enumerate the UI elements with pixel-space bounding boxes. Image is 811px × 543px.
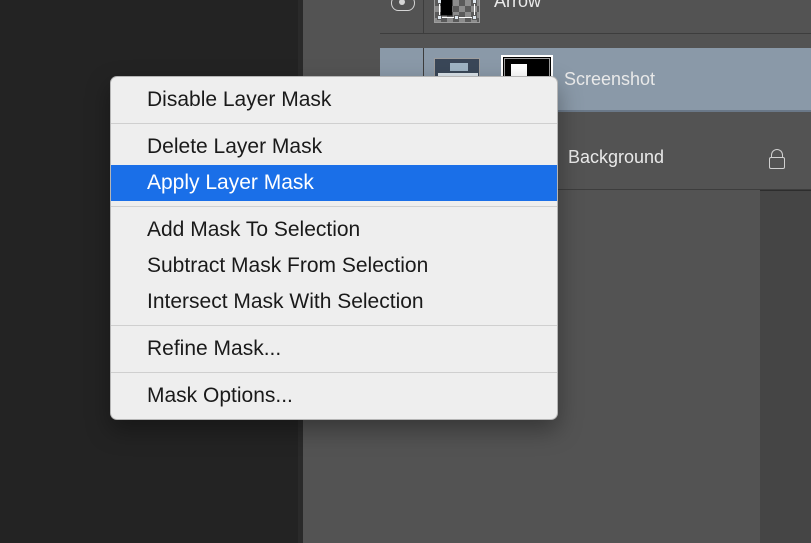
layer-row-arrow[interactable]: Arrow xyxy=(380,0,811,34)
menu-apply-layer-mask[interactable]: Apply Layer Mask xyxy=(111,165,557,201)
menu-refine-mask[interactable]: Refine Mask... xyxy=(111,331,557,367)
menu-subtract-mask-from-selection[interactable]: Subtract Mask From Selection xyxy=(111,248,557,284)
menu-delete-layer-mask[interactable]: Delete Layer Mask xyxy=(111,129,557,165)
layer-thumbnail[interactable] xyxy=(434,0,480,23)
menu-separator xyxy=(111,123,557,124)
menu-disable-layer-mask[interactable]: Disable Layer Mask xyxy=(111,82,557,118)
menu-add-mask-to-selection[interactable]: Add Mask To Selection xyxy=(111,212,557,248)
lock-icon[interactable] xyxy=(769,149,785,167)
menu-separator xyxy=(111,325,557,326)
eye-icon xyxy=(391,0,413,9)
menu-separator xyxy=(111,206,557,207)
layer-mask-context-menu: Disable Layer Mask Delete Layer Mask App… xyxy=(110,76,558,420)
menu-separator xyxy=(111,372,557,373)
menu-mask-options[interactable]: Mask Options... xyxy=(111,378,557,414)
menu-intersect-mask-with-selection[interactable]: Intersect Mask With Selection xyxy=(111,284,557,320)
layer-name[interactable]: Screenshot xyxy=(564,69,655,90)
layer-name[interactable]: Arrow xyxy=(494,0,541,12)
layer-name[interactable]: Background xyxy=(568,147,664,168)
visibility-toggle[interactable] xyxy=(380,0,424,33)
panel-empty-area xyxy=(760,190,811,543)
